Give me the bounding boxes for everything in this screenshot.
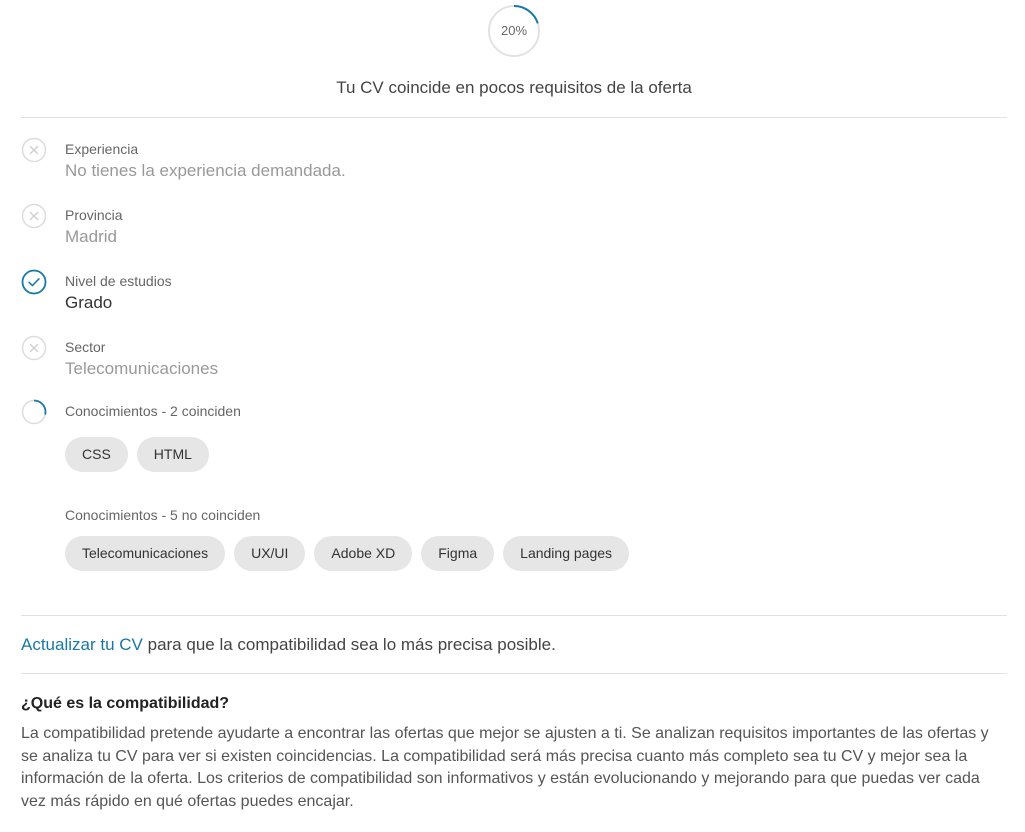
requirement-label: Sector <box>65 339 106 355</box>
divider <box>21 673 1007 674</box>
requirement-value: Telecomunicaciones <box>65 359 219 378</box>
skill-chip-matched: HTML <box>136 437 209 472</box>
skill-chip-unmatched: Telecomunicaciones <box>65 536 226 571</box>
match-check-icon <box>21 269 47 295</box>
requirement-value: No tienes la experiencia demandada. <box>65 161 346 180</box>
compatibility-summary: Tu CV coincide en pocos requisitos de la… <box>336 78 692 97</box>
skill-chip-unmatched: UX/UI <box>234 536 306 571</box>
divider <box>21 117 1007 118</box>
requirement-value: Grado <box>65 293 113 312</box>
about-compatibility-body: La compatibilidad pretende ayudarte a en… <box>21 725 989 810</box>
skill-chip-unmatched: Landing pages <box>503 536 630 571</box>
unmatched-skills-list: Telecomunicaciones UX/UI Adobe XD Figma … <box>65 536 630 571</box>
knowledge-unmatched-label: Conocimientos - 5 no coinciden <box>65 507 261 523</box>
requirement-label: Nivel de estudios <box>65 273 172 289</box>
skill-chip-unmatched: Adobe XD <box>314 536 413 571</box>
skill-chip-matched: CSS <box>65 437 128 472</box>
matched-skills-list: CSS HTML <box>65 437 209 472</box>
no-match-x-icon <box>21 137 47 163</box>
requirement-label: Experiencia <box>65 141 139 157</box>
update-cv-link[interactable]: Actualizar tu CV <box>21 635 143 654</box>
requirement-knowledge: Conocimientos - 2 coinciden CSS HTML Con… <box>21 399 1007 589</box>
no-match-x-icon <box>21 335 47 361</box>
skill-chip-unmatched: Figma <box>421 536 495 571</box>
no-match-x-icon <box>21 203 47 229</box>
divider <box>21 615 1007 616</box>
update-cv-notice: Actualizar tu CV para que la compatibili… <box>21 635 556 655</box>
score-percent: 20% <box>500 23 528 38</box>
about-compatibility-title: ¿Qué es la compatibilidad? <box>21 695 230 712</box>
partial-match-progress-icon <box>21 399 47 425</box>
update-cv-text: para que la compatibilidad sea lo más pr… <box>142 635 556 654</box>
requirement-label: Provincia <box>65 207 123 223</box>
compatibility-score-ring: 20% <box>487 4 541 58</box>
knowledge-matched-label: Conocimientos - 2 coinciden <box>65 403 241 419</box>
requirement-value: Madrid <box>65 227 117 246</box>
